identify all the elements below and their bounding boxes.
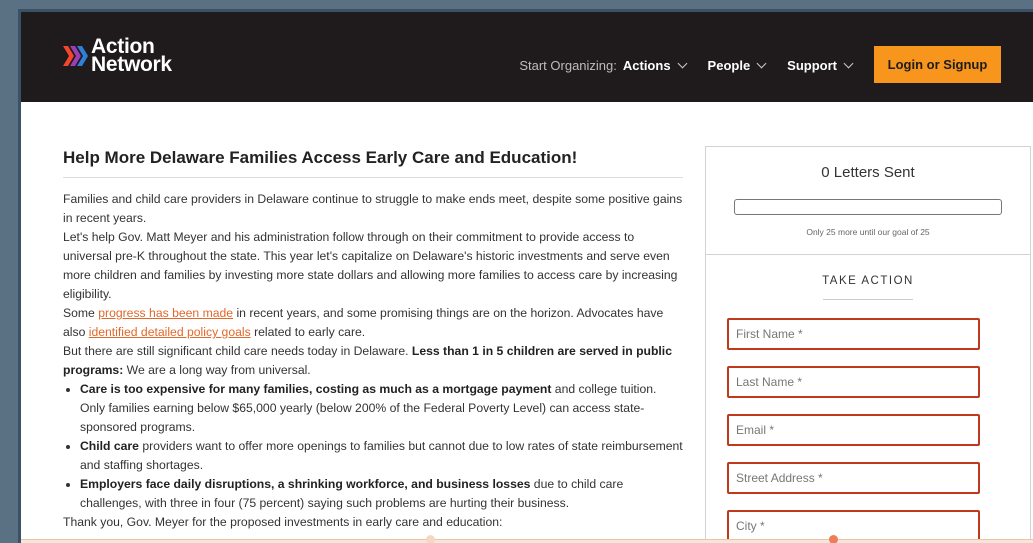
letters-sent-counter: 0 Letters Sent bbox=[821, 164, 915, 181]
nav-item-actions[interactable]: Actions bbox=[622, 57, 687, 73]
goal-progress-bar bbox=[734, 199, 1002, 215]
chevron-down-icon bbox=[843, 58, 854, 68]
logo-stripes-icon bbox=[63, 46, 88, 66]
paragraph-3: Some progress has been made in recent ye… bbox=[63, 304, 683, 342]
take-action-heading: TAKE ACTION bbox=[822, 275, 914, 287]
needs-list: Care is too expensive for many families,… bbox=[63, 380, 683, 513]
list-item-bold: Care is too expensive for many families,… bbox=[80, 382, 552, 396]
action-network-logo[interactable]: Action Network bbox=[63, 36, 172, 76]
nav-lead-text: Start Organizing: bbox=[519, 57, 617, 73]
divider bbox=[706, 254, 1030, 255]
nav-item-people[interactable]: People bbox=[707, 57, 767, 73]
last-name-field[interactable] bbox=[727, 366, 980, 398]
browser-window: Action Network Start Organizing: Actions… bbox=[18, 9, 1033, 543]
city-field[interactable] bbox=[727, 510, 980, 542]
action-form bbox=[706, 318, 1030, 542]
dot-icon bbox=[426, 535, 435, 543]
list-item: Care is too expensive for many families,… bbox=[80, 380, 683, 437]
dot-icon bbox=[829, 535, 838, 543]
chevron-down-icon bbox=[756, 58, 767, 68]
page-title: Help More Delaware Families Access Early… bbox=[63, 148, 683, 178]
list-item-bold: Employers face daily disruptions, a shri… bbox=[80, 477, 531, 491]
paragraph-4-start: But there are still significant child ca… bbox=[63, 344, 412, 358]
logo-wordmark: Action Network bbox=[91, 36, 172, 76]
paragraph-4-end: We are a long way from universal. bbox=[123, 363, 311, 377]
nav-item-support[interactable]: Support bbox=[787, 57, 854, 73]
paragraph-1: Families and child care providers in Del… bbox=[63, 192, 683, 225]
street-address-field[interactable] bbox=[727, 462, 980, 494]
divider bbox=[823, 299, 913, 300]
paragraph-3-start: Some bbox=[63, 306, 99, 320]
list-item-bold: Child care bbox=[80, 439, 139, 453]
first-name-field[interactable] bbox=[727, 318, 980, 350]
chevron-down-icon bbox=[677, 58, 687, 68]
article: Help More Delaware Families Access Early… bbox=[63, 148, 683, 532]
action-sidebar: 0 Letters Sent Only 25 more until our go… bbox=[705, 146, 1031, 543]
progress-link[interactable]: progress has been made bbox=[98, 306, 233, 320]
list-item: Employers face daily disruptions, a shri… bbox=[80, 475, 683, 513]
paragraph-2: Let's help Gov. Matt Meyer and his admin… bbox=[63, 230, 678, 301]
site-header: Action Network Start Organizing: Actions… bbox=[21, 12, 1033, 102]
logo-line-2: Network bbox=[91, 53, 172, 76]
nav-item-actions-label: Actions bbox=[622, 57, 671, 73]
email-field[interactable] bbox=[727, 414, 980, 446]
nav-item-people-label: People bbox=[707, 57, 751, 73]
nav-item-support-label: Support bbox=[787, 57, 837, 73]
list-item-text: providers want to offer more openings to… bbox=[80, 439, 683, 472]
main-nav: Start Organizing: Actions People Support… bbox=[519, 46, 1001, 83]
list-item: Child care providers want to offer more … bbox=[80, 437, 683, 475]
policy-goals-link[interactable]: identified detailed policy goals bbox=[89, 325, 251, 339]
login-signup-button[interactable]: Login or Signup bbox=[874, 46, 1001, 83]
bottom-notice-bar bbox=[21, 535, 1033, 543]
paragraph-3-end: related to early care. bbox=[250, 325, 366, 339]
article-body: Families and child care providers in Del… bbox=[63, 190, 683, 532]
paragraph-4: But there are still significant child ca… bbox=[63, 342, 683, 380]
goal-text: Only 25 more until our goal of 25 bbox=[806, 227, 930, 237]
paragraph-5: Thank you, Gov. Meyer for the proposed i… bbox=[63, 515, 503, 529]
